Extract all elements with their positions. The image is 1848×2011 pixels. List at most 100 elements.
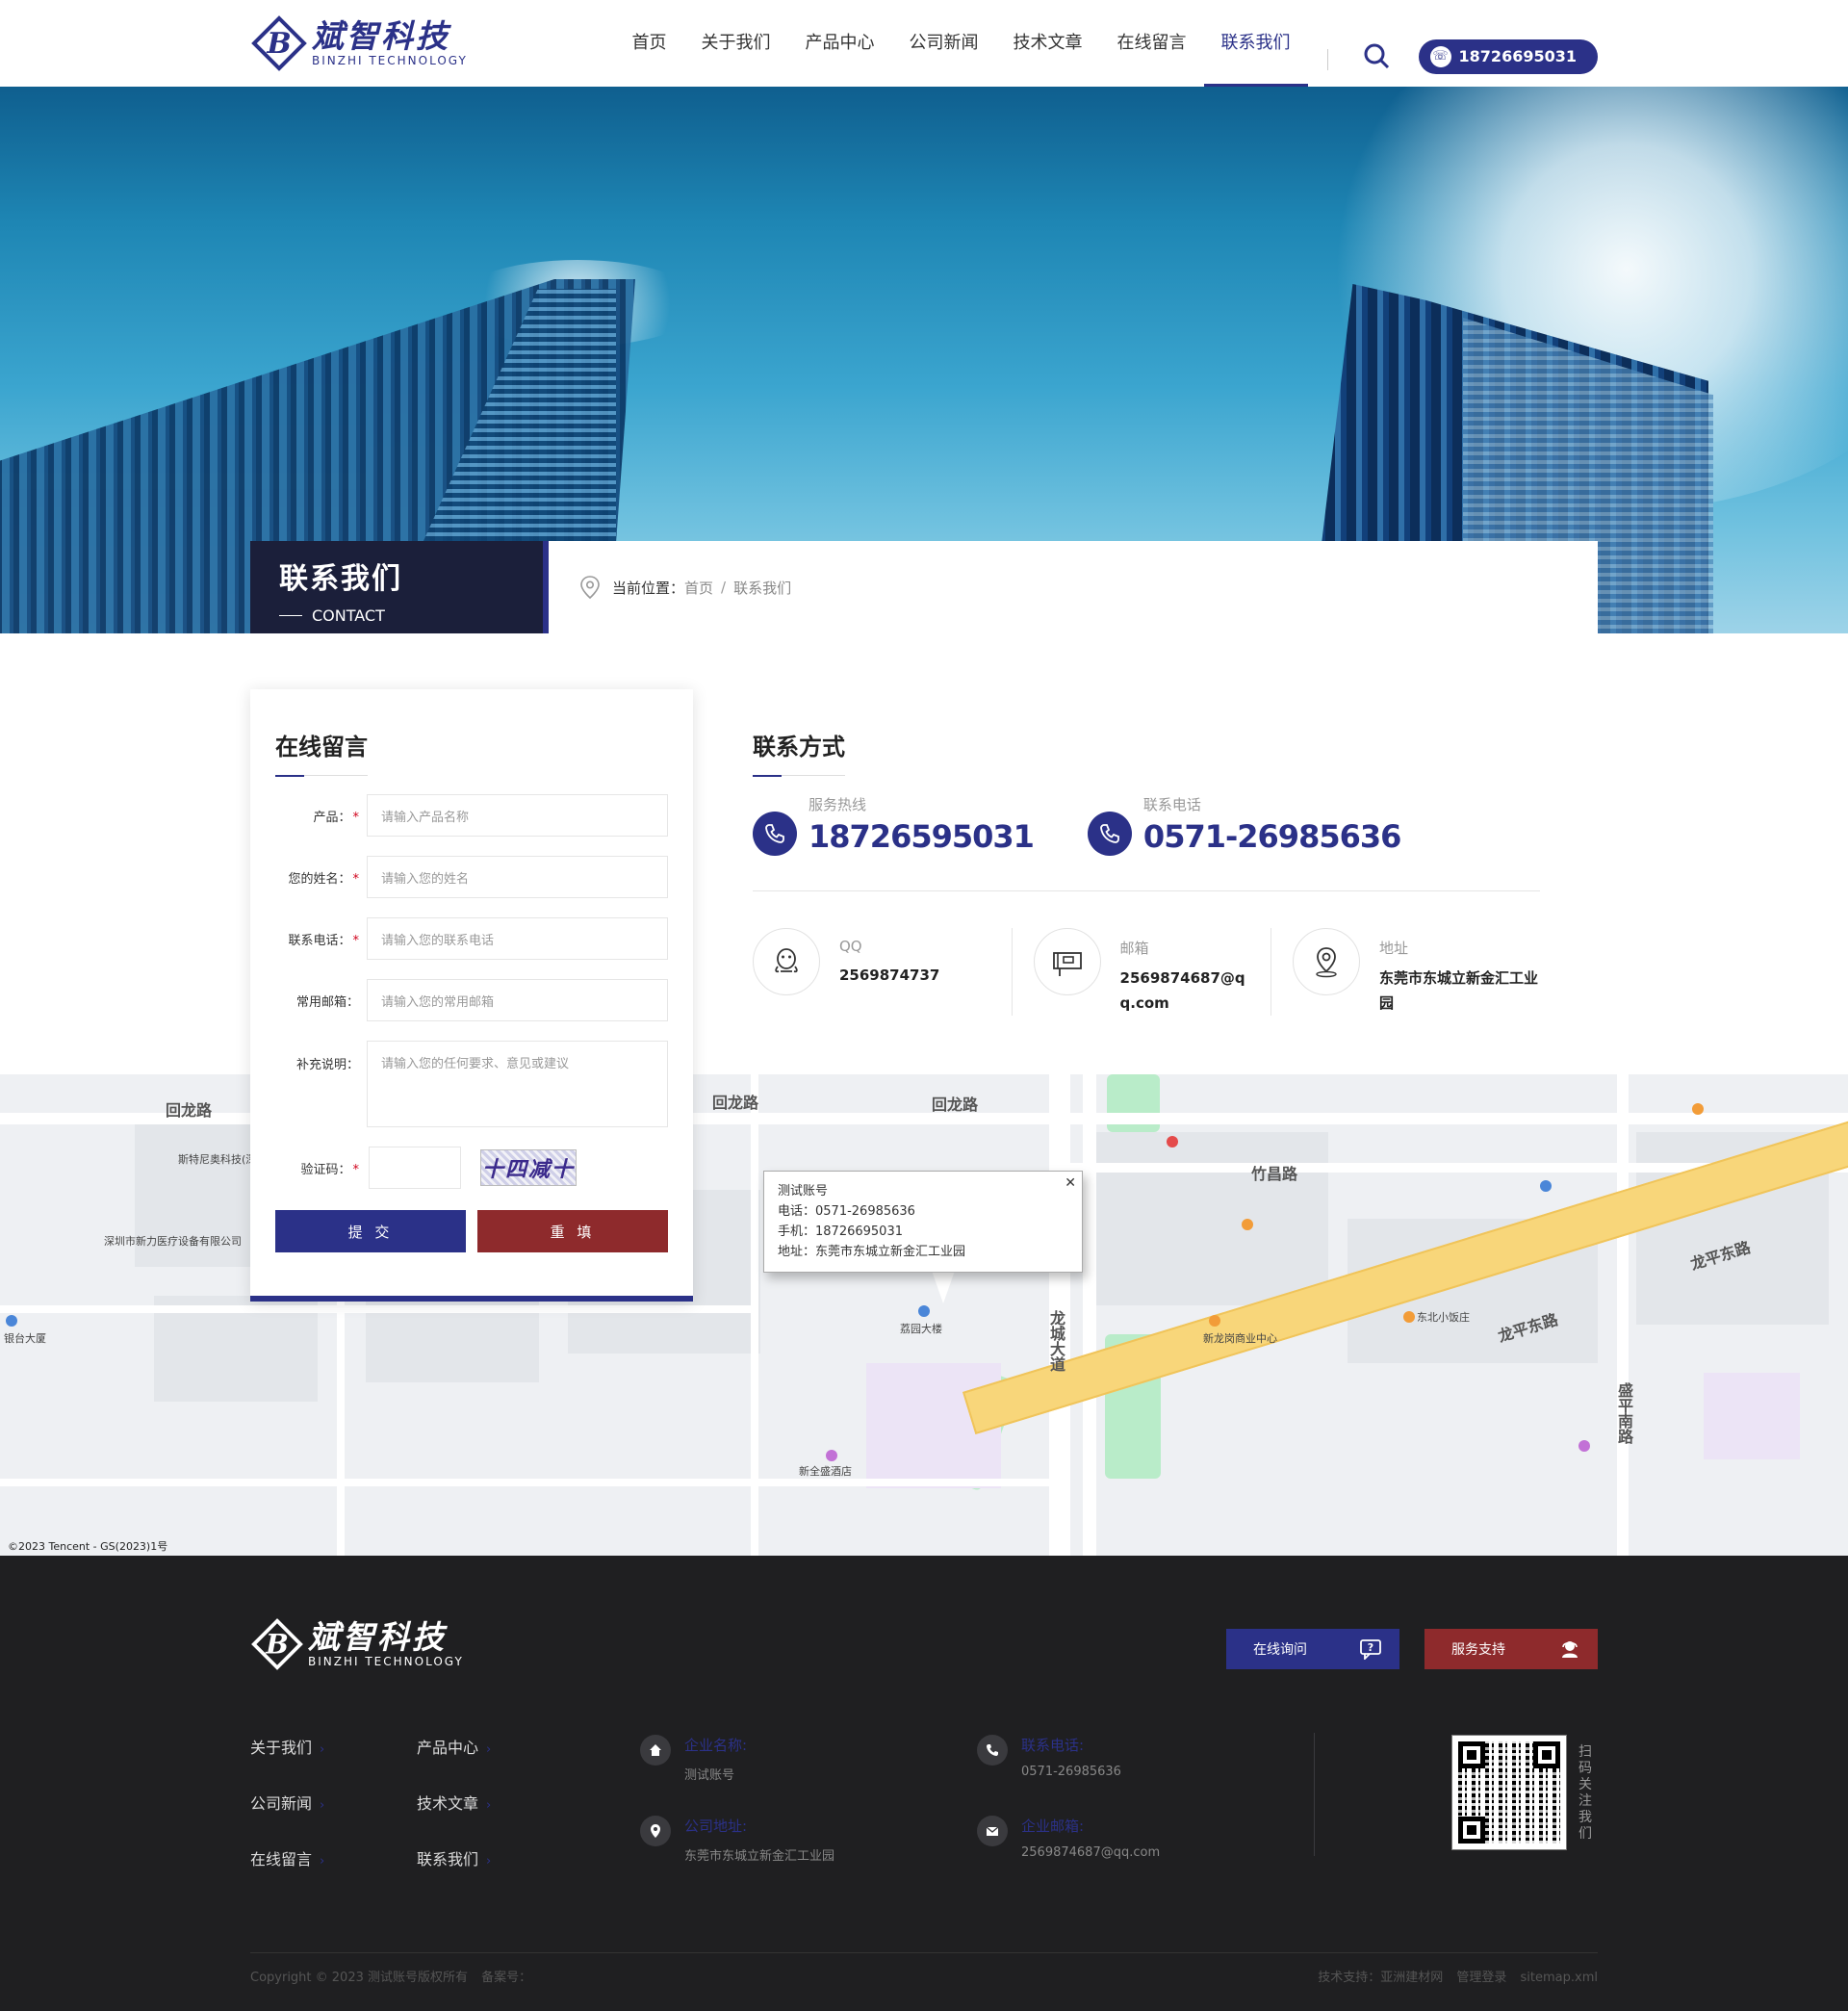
banner-title: 联系我们 — [279, 562, 402, 596]
email-input[interactable]: 请输入您的常用邮箱 — [367, 979, 668, 1021]
name-label: 您的姓名： * — [288, 871, 359, 887]
search-button[interactable] — [1357, 37, 1396, 75]
footer-copyright: Copyright © 2023 测试账号版权所有 — [250, 1971, 469, 1985]
mail-icon — [977, 1816, 1008, 1846]
nav-products[interactable]: 产品中心 — [788, 0, 892, 87]
note-textarea[interactable]: 请输入您的任何要求、意见或建议 — [367, 1041, 668, 1127]
site-logo[interactable]: B 斌智科技 BINZHI TECHNOLOGY — [250, 0, 468, 87]
chat-icon: ? — [1360, 1639, 1381, 1660]
breadcrumb-home[interactable]: 首页 — [684, 578, 713, 598]
hotline-block: 服务热线 18726595031 — [753, 794, 1035, 856]
phone-call-icon — [1087, 812, 1132, 856]
footer-tel: 联系电话: 0571-26985636 — [977, 1735, 1121, 1779]
nav-message[interactable]: 在线留言 — [1100, 0, 1204, 87]
footer-logo-subtitle: BINZHI TECHNOLOGY — [308, 1655, 464, 1668]
contact-content: ✕ 测试账号 电话：0571-26985636 手机：18726695031 地… — [0, 633, 1848, 1617]
footer-link-news[interactable]: 公司新闻 › — [250, 1791, 417, 1813]
svg-text:B: B — [266, 27, 291, 61]
map-road-label: 竹昌路 — [1251, 1165, 1298, 1183]
mailbox-icon — [1033, 928, 1101, 995]
footer-bottom: Copyright © 2023 测试账号版权所有 备案号： 技术支持：亚洲建材… — [250, 1952, 1598, 1985]
email-label-text: 邮箱 — [1119, 940, 1149, 957]
nav-news[interactable]: 公司新闻 — [892, 0, 996, 87]
banner-title-bar: 联系我们 CONTACT 当前位置： 首页 / 联系我们 — [250, 541, 1598, 633]
site-header: B 斌智科技 BINZHI TECHNOLOGY 首页 关于我们 产品中心 公司… — [0, 0, 1848, 87]
nav-articles[interactable]: 技术文章 — [996, 0, 1100, 87]
footer-admin-login[interactable]: 管理登录 — [1456, 1971, 1506, 1985]
footer-address: 公司地址: 东莞市东城立新金汇工业园 — [640, 1816, 834, 1864]
footer-tech-support[interactable]: 技术支持：亚洲建材网 — [1318, 1971, 1443, 1985]
location-icon — [1293, 928, 1360, 995]
map-poi-label: 荔园大楼 — [900, 1323, 942, 1335]
contact-info: 联系方式 服务热线 18726595031 联系电话 0571-26985636 — [753, 689, 1540, 1016]
contact-divider — [753, 890, 1540, 891]
qq-label: QQ — [839, 938, 862, 955]
map-road-label: 龙城大道 — [1047, 1310, 1065, 1372]
phone-label: 联系电话： * — [288, 933, 359, 948]
map-popup-tel: 电话：0571-26985636 — [778, 1204, 915, 1219]
name-input[interactable]: 请输入您的姓名 — [367, 856, 668, 898]
footer-icp[interactable]: 备案号： — [481, 1971, 531, 1985]
footer-link-about[interactable]: 关于我们 › — [250, 1735, 417, 1757]
email-value: 2569874687@qq.com — [1119, 969, 1245, 1012]
service-support-button[interactable]: 服务支持 — [1424, 1629, 1598, 1669]
captcha-image[interactable]: 十四减十 — [480, 1149, 577, 1186]
address-block: 地址 东莞市东城立新金汇工业园 — [1270, 928, 1540, 1016]
product-input[interactable]: 请输入产品名称 — [367, 794, 668, 837]
close-icon[interactable]: ✕ — [1065, 1173, 1076, 1194]
phone-input[interactable]: 请输入您的联系电话 — [367, 917, 668, 960]
map-road-label: 回龙路 — [932, 1096, 979, 1114]
qq-block: QQ 2569874737 — [753, 928, 1012, 1016]
footer-link-contact[interactable]: 联系我们 › — [417, 1846, 583, 1869]
logo-title: 斌智科技 — [312, 17, 450, 55]
map-road-label: 盛平南路 — [1615, 1382, 1633, 1444]
submit-button[interactable]: 提 交 — [275, 1210, 466, 1252]
tel-label: 联系电话 — [1142, 796, 1201, 813]
hotline-value: 18726595031 — [808, 818, 1035, 855]
nav-contact[interactable]: 联系我们 — [1203, 0, 1308, 87]
address-value: 东莞市东城立新金汇工业园 — [1379, 969, 1539, 1012]
map-info-popup: ✕ 测试账号 电话：0571-26985636 手机：18726695031 地… — [763, 1171, 1083, 1273]
phone-call-icon — [753, 812, 797, 856]
contact-title-underline — [753, 775, 845, 777]
location-pin-icon — [580, 576, 600, 600]
breadcrumb-separator: / — [721, 579, 727, 596]
captcha-label: 验证码： * — [300, 1162, 359, 1177]
footer-link-articles[interactable]: 技术文章 › — [417, 1791, 583, 1813]
captcha-input[interactable] — [369, 1147, 461, 1189]
online-inquiry-button[interactable]: 在线询问 ? — [1226, 1629, 1399, 1669]
address-label: 地址 — [1379, 940, 1409, 957]
nav-about[interactable]: 关于我们 — [684, 0, 788, 87]
phone-icon: ☏ — [1429, 45, 1451, 67]
contact-title: 联系方式 — [753, 734, 845, 761]
tel-value: 0571-26985636 — [1142, 818, 1401, 855]
svg-text:?: ? — [1368, 1641, 1373, 1654]
footer-link-message[interactable]: 在线留言 › — [250, 1846, 417, 1869]
svg-text:B: B — [265, 1628, 289, 1660]
footer-company: 企业名称: 测试账号 — [640, 1735, 747, 1783]
hotline-label: 服务热线 — [808, 796, 867, 813]
reset-button[interactable]: 重 填 — [477, 1210, 668, 1252]
footer-sitemap[interactable]: sitemap.xml — [1521, 1971, 1598, 1985]
map-popup-title: 测试账号 — [778, 1184, 829, 1199]
banner-title-box: 联系我们 CONTACT — [250, 541, 549, 633]
logo-mark-icon: B — [251, 1618, 303, 1670]
nav-home[interactable]: 首页 — [615, 0, 684, 87]
header-phone[interactable]: ☏ 18726695031 — [1418, 39, 1598, 74]
qr-code — [1451, 1735, 1567, 1850]
map-poi-label: 新全盛酒店 — [799, 1465, 852, 1478]
email-block: 邮箱 2569874687@qq.com — [1011, 928, 1270, 1016]
banner-subtitle: CONTACT — [279, 606, 549, 625]
phone-icon — [977, 1735, 1008, 1766]
footer-link-products[interactable]: 产品中心 › — [417, 1735, 583, 1757]
location-icon — [640, 1816, 671, 1846]
form-title: 在线留言 — [275, 734, 368, 761]
map-poi-label: 深圳市新力医疗设备有限公司 — [104, 1235, 242, 1248]
tel-block: 联系电话 0571-26985636 — [1087, 794, 1401, 856]
footer-email: 企业邮箱: 2569874687@qq.com — [977, 1816, 1160, 1860]
map-road-label: 回龙路 — [166, 1101, 213, 1120]
qq-value: 2569874737 — [839, 967, 940, 984]
breadcrumb-label: 当前位置： — [612, 579, 685, 597]
breadcrumb-current[interactable]: 联系我们 — [733, 578, 791, 598]
email-label: 常用邮箱： — [295, 994, 359, 1010]
